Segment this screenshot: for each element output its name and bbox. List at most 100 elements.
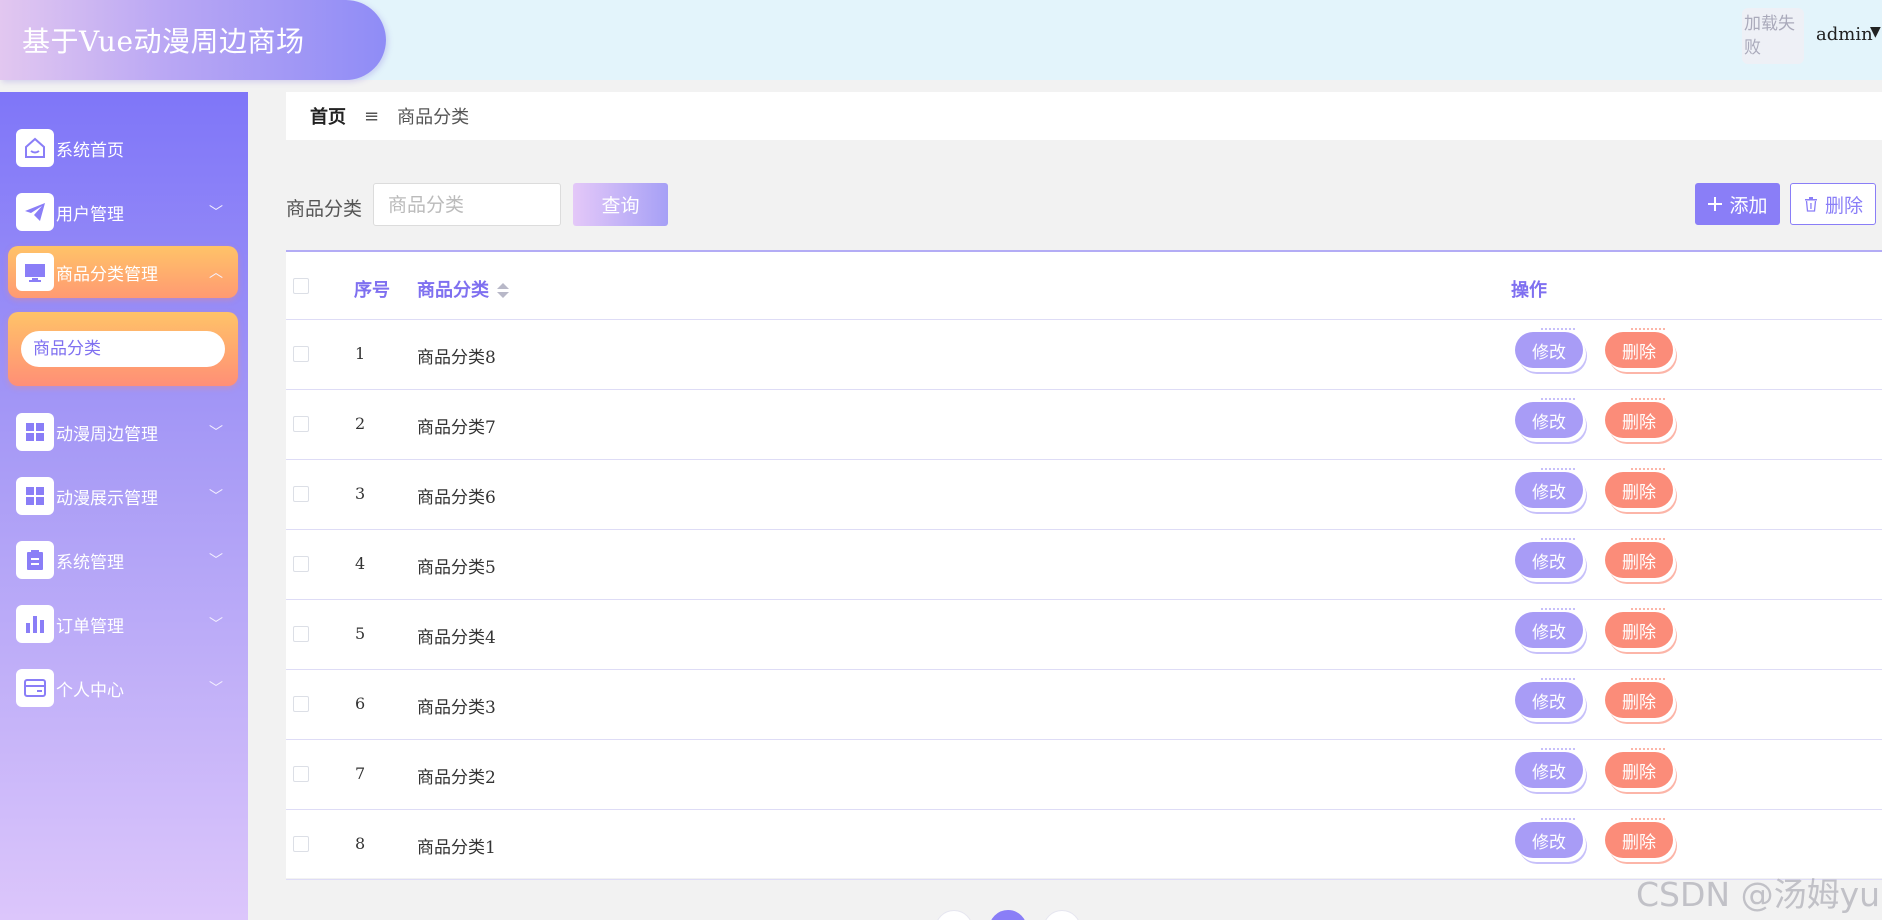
select-all-checkbox[interactable] (293, 278, 309, 294)
sidebar-item-anime-show[interactable]: 动漫展示管理 ﹀ (8, 470, 238, 522)
sidebar-item-users[interactable]: 用户管理 ﹀ (8, 186, 238, 238)
sidebar-item-orders[interactable]: 订单管理 ﹀ (8, 598, 238, 650)
table-row: 3 商品分类6 修改 删除 (286, 460, 1882, 530)
caret-down-icon[interactable]: ▼ (1870, 24, 1881, 40)
brand-banner: 基于Vue动漫周边商场 (0, 0, 386, 80)
home-icon (16, 129, 54, 167)
row-index: 4 (355, 554, 366, 573)
edit-button[interactable]: 修改 (1515, 468, 1583, 508)
sidebar-item-label: 系统首页 (56, 140, 124, 161)
edit-button[interactable]: 修改 (1515, 398, 1583, 438)
delete-button[interactable]: 删除 (1605, 398, 1673, 438)
sidebar-item-label: 订单管理 (56, 616, 124, 637)
breadcrumb-current: 商品分类 (397, 107, 470, 128)
add-button[interactable]: 添加 (1695, 183, 1780, 225)
table-row: 5 商品分类4 修改 删除 (286, 600, 1882, 670)
search-label: 商品分类 (286, 198, 363, 220)
pagination-page-current[interactable] (989, 910, 1027, 920)
row-category-name: 商品分类7 (417, 418, 496, 438)
delete-button[interactable]: 删除 (1605, 678, 1673, 718)
edit-button[interactable]: 修改 (1515, 748, 1583, 788)
table-row: 2 商品分类7 修改 删除 (286, 390, 1882, 460)
row-checkbox[interactable] (293, 766, 309, 782)
chevron-down-icon: ﹀ (209, 425, 223, 441)
username[interactable]: admin (1816, 24, 1873, 45)
delete-button[interactable]: 删除 (1605, 328, 1673, 368)
row-category-name: 商品分类1 (417, 838, 496, 858)
sidebar-subitem-category[interactable]: 商品分类 (21, 331, 225, 367)
column-category[interactable]: 商品分类 (417, 276, 509, 302)
sidebar-item-profile[interactable]: 个人中心 ﹀ (8, 662, 238, 714)
row-index: 1 (355, 344, 366, 363)
menu-lines-icon: ≡ (364, 105, 380, 127)
table-row: 6 商品分类3 修改 删除 (286, 670, 1882, 740)
row-category-name: 商品分类3 (417, 698, 496, 718)
row-checkbox[interactable] (293, 696, 309, 712)
row-index: 8 (355, 834, 366, 853)
trash-icon (1803, 196, 1819, 212)
sidebar: 系统首页 用户管理 ﹀ 商品分类管理 ︿ 商品分类 动漫周边管理 ﹀ 动漫展示管… (0, 92, 248, 920)
batch-delete-button[interactable]: 删除 (1790, 183, 1876, 225)
sidebar-item-label: 个人中心 (56, 680, 124, 701)
paper-plane-icon (16, 193, 54, 231)
app-title: 基于Vue动漫周边商场 (22, 25, 305, 58)
sidebar-item-label: 动漫展示管理 (56, 488, 158, 509)
column-index: 序号 (354, 280, 390, 301)
row-checkbox[interactable] (293, 626, 309, 642)
grid-icon (16, 477, 54, 515)
delete-button[interactable]: 删除 (1605, 748, 1673, 788)
submenu-panel: 商品分类 (8, 312, 238, 386)
add-button-label: 添加 (1729, 195, 1768, 217)
sort-icon[interactable] (497, 283, 509, 299)
edit-button[interactable]: 修改 (1515, 328, 1583, 368)
sidebar-item-anime-goods[interactable]: 动漫周边管理 ﹀ (8, 406, 238, 458)
table-header: 序号 商品分类 操作 (286, 252, 1882, 320)
delete-button[interactable]: 删除 (1605, 818, 1673, 858)
category-table: 序号 商品分类 操作 1 商品分类 8 修改 删除 2 商品分类7 修改 删除 3… (286, 250, 1882, 880)
column-actions: 操作 (1511, 280, 1547, 301)
search-input[interactable] (373, 183, 561, 226)
pagination-prev[interactable] (935, 910, 973, 920)
batch-delete-label: 删除 (1824, 195, 1863, 217)
sidebar-item-system[interactable]: 系统管理 ﹀ (8, 534, 238, 586)
column-category-label: 商品分类 (417, 280, 489, 301)
sidebar-item-home[interactable]: 系统首页 (8, 122, 238, 174)
watermark: CSDN @汤姆yu (1636, 875, 1881, 914)
row-checkbox[interactable] (293, 836, 309, 852)
sidebar-item-category[interactable]: 商品分类管理 ︿ (8, 246, 238, 298)
top-header: 基于Vue动漫周边商场 加载失败 admin ▼ (0, 0, 1882, 80)
row-category-name: 商品分类2 (417, 768, 496, 788)
edit-button[interactable]: 修改 (1515, 538, 1583, 578)
row-index: 6 (355, 694, 366, 713)
sidebar-item-label: 动漫周边管理 (56, 424, 158, 445)
row-category-name: 商品分类6 (417, 488, 496, 508)
edit-button[interactable]: 修改 (1515, 608, 1583, 648)
edit-button[interactable]: 修改 (1515, 678, 1583, 718)
pagination-next[interactable] (1043, 910, 1081, 920)
bar-chart-icon (16, 605, 54, 643)
table-row: 7 商品分类2 修改 删除 (286, 740, 1882, 810)
card-icon (16, 669, 54, 707)
delete-button[interactable]: 删除 (1605, 608, 1673, 648)
row-checkbox[interactable] (293, 346, 309, 362)
chevron-down-icon: ﹀ (209, 681, 223, 697)
chevron-down-icon: ﹀ (209, 489, 223, 505)
row-checkbox[interactable] (293, 486, 309, 502)
row-index: 7 (355, 764, 366, 783)
table-row: 4 商品分类5 修改 删除 (286, 530, 1882, 600)
avatar[interactable]: 加载失败 (1742, 8, 1804, 64)
row-category-name: 商品分类4 (417, 628, 496, 648)
row-index: 3 (355, 484, 366, 503)
delete-button[interactable]: 删除 (1605, 538, 1673, 578)
chevron-up-icon: ︿ (209, 265, 223, 281)
row-checkbox[interactable] (293, 556, 309, 572)
clipboard-icon (16, 541, 54, 579)
breadcrumb-home[interactable]: 首页 (310, 103, 346, 129)
delete-button[interactable]: 删除 (1605, 468, 1673, 508)
grid-icon (16, 413, 54, 451)
edit-button[interactable]: 修改 (1515, 818, 1583, 858)
row-checkbox[interactable] (293, 416, 309, 432)
sidebar-item-label: 用户管理 (56, 204, 124, 225)
query-button[interactable]: 查询 (573, 183, 668, 226)
sidebar-item-label: 系统管理 (56, 552, 124, 573)
